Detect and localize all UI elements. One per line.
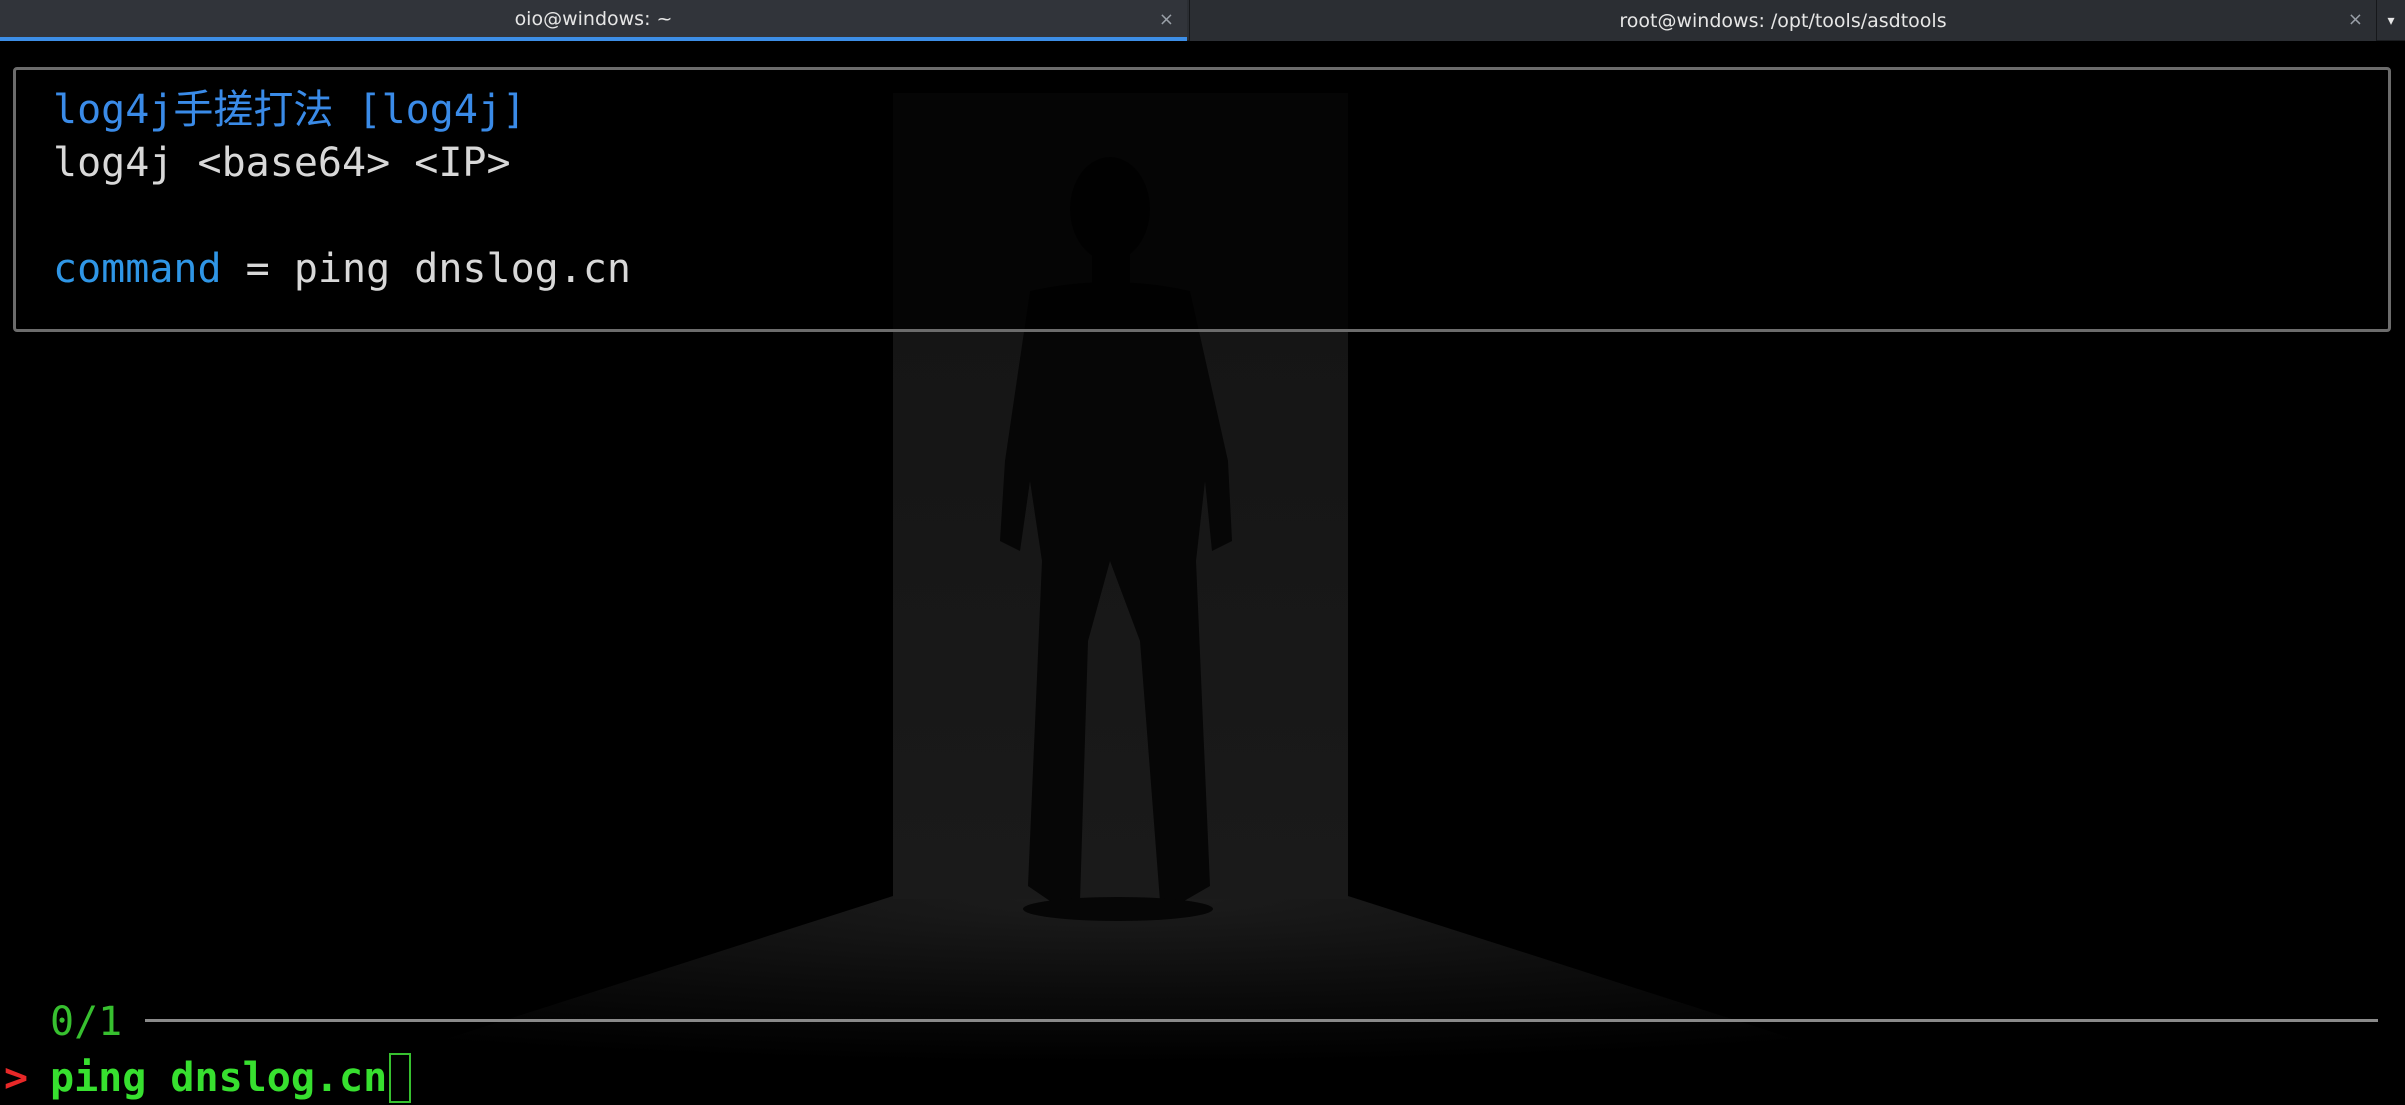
separator-line bbox=[145, 1019, 2378, 1022]
command-value: ping dnslog.cn bbox=[293, 246, 631, 292]
prompt-input[interactable]: ping dnslog.cn bbox=[50, 1052, 412, 1104]
command-key: command bbox=[53, 246, 222, 292]
terminal-pane[interactable]: log4j手搓打法 [log4j] log4j <base64> <IP> co… bbox=[0, 41, 2405, 1105]
preview-panel: log4j手搓打法 [log4j] log4j <base64> <IP> co… bbox=[13, 67, 2391, 332]
tab-menu-dropdown-icon[interactable]: ▾ bbox=[2376, 0, 2405, 41]
tab-title: oio@windows: ~ bbox=[514, 7, 673, 30]
close-icon[interactable]: × bbox=[1159, 9, 1174, 30]
prompt-input-text: ping dnslog.cn bbox=[50, 1055, 388, 1101]
command-equals: = bbox=[221, 246, 294, 292]
preview-syntax: log4j <base64> <IP> bbox=[53, 140, 511, 186]
tab-oio-home[interactable]: oio@windows: ~ × bbox=[0, 0, 1187, 41]
match-counter: 0/1 bbox=[50, 999, 123, 1045]
tab-title: root@windows: /opt/tools/asdtools bbox=[1619, 9, 1947, 32]
preview-command-line: command = ping dnslog.cn bbox=[53, 243, 631, 295]
close-icon[interactable]: × bbox=[2348, 9, 2363, 30]
prompt-arrow-icon: > bbox=[4, 1055, 29, 1101]
tab-bar: oio@windows: ~ × root@windows: /opt/tool… bbox=[0, 0, 2405, 41]
text-cursor bbox=[389, 1053, 412, 1103]
prompt-row[interactable]: > ping dnslog.cn bbox=[0, 1052, 412, 1104]
preview-title: log4j手搓打法 [log4j] bbox=[53, 87, 527, 133]
tab-root-asdtools[interactable]: root@windows: /opt/tools/asdtools × bbox=[1189, 0, 2376, 41]
